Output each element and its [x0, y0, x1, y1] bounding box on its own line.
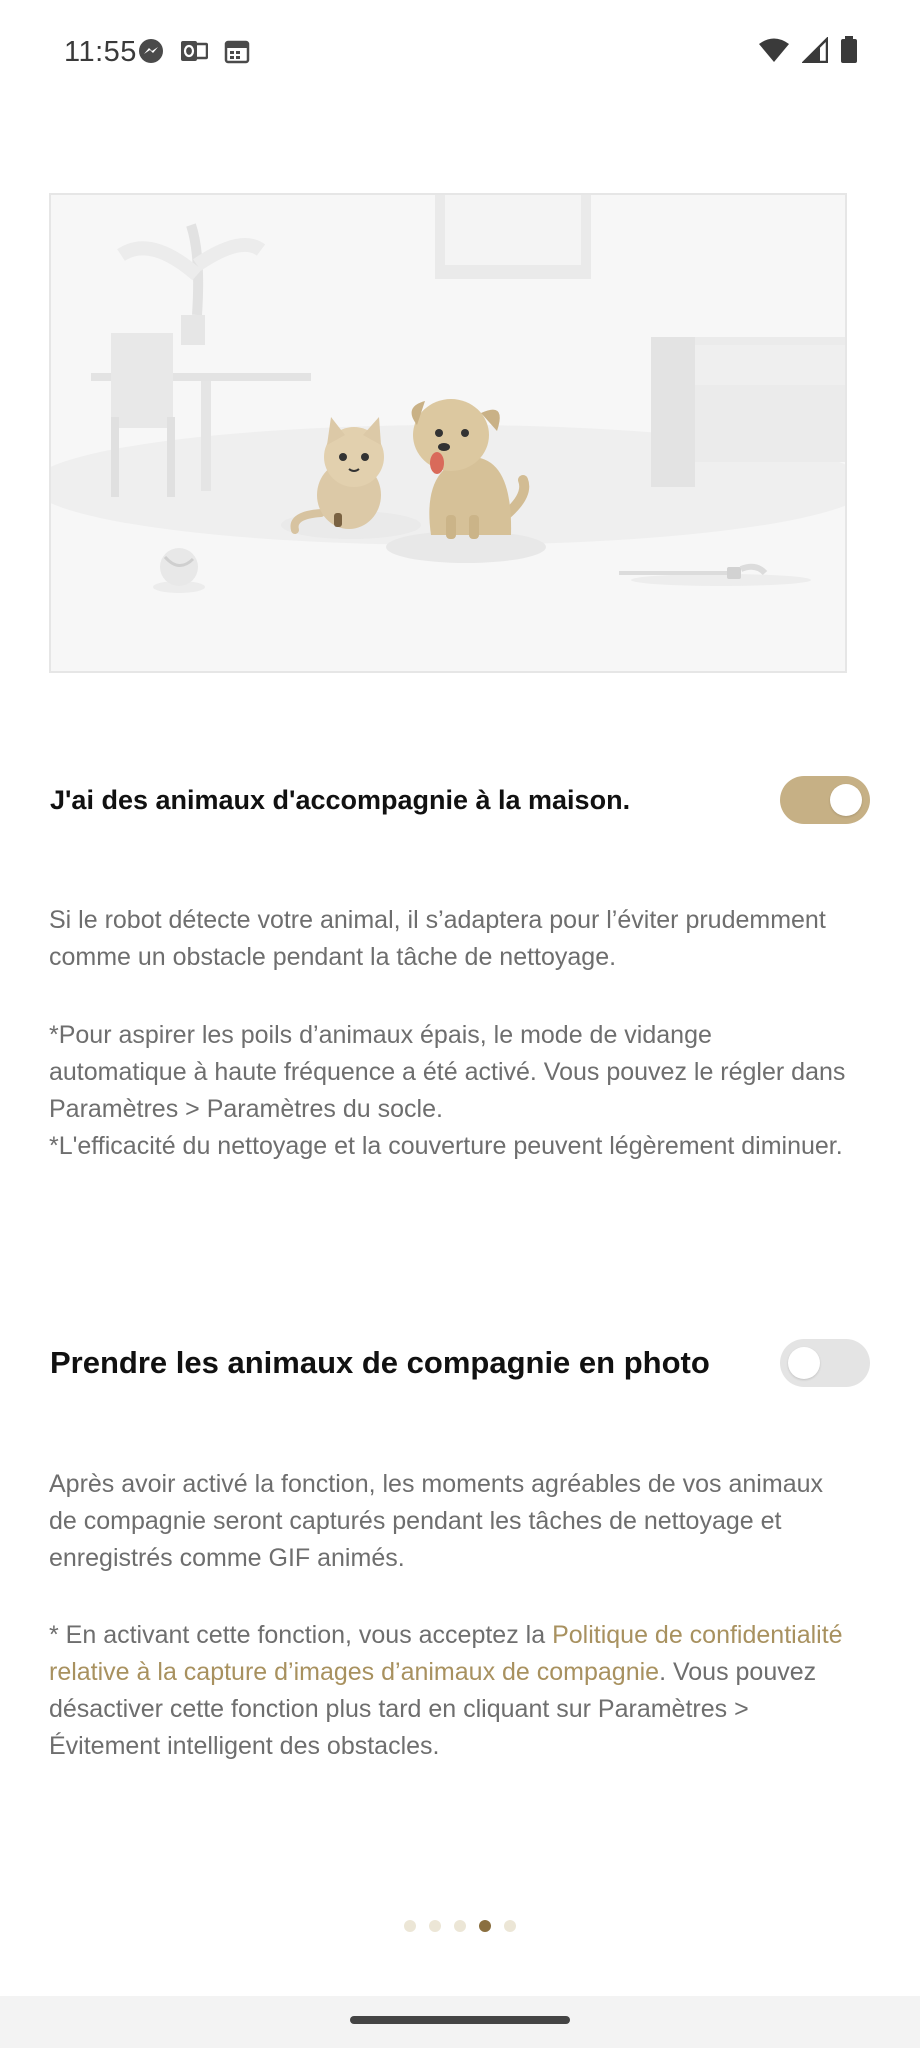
- notification-icons: [138, 38, 250, 64]
- page-dot: [404, 1920, 416, 1932]
- cable-icon: [619, 563, 811, 586]
- photo-note-prefix: * En activant cette fonction, vous accep…: [49, 1621, 553, 1649]
- page-dot-active: [479, 1920, 491, 1932]
- window-icon: [435, 195, 591, 279]
- photo-setting-title: Prendre les animaux de compagnie en phot…: [50, 1345, 710, 1380]
- toggle-knob: [788, 1347, 820, 1379]
- photo-setting-row: Prendre les animaux de compagnie en phot…: [50, 1332, 870, 1394]
- cell-signal-icon: [802, 37, 828, 63]
- plant-icon: [117, 223, 266, 345]
- pets-setting-row: J'ai des animaux d'accompagnie à la mais…: [50, 770, 870, 830]
- status-time: 11:55: [64, 36, 137, 68]
- photo-toggle[interactable]: [780, 1339, 870, 1387]
- messenger-icon: [139, 39, 163, 63]
- photo-note: * En activant cette fonction, vous accep…: [49, 1617, 849, 1765]
- status-bar: 11:55: [0, 0, 920, 106]
- pets-note: *Pour aspirer les poils d’animaux épais,…: [49, 1017, 849, 1165]
- photo-description: Après avoir activé la fonction, les mome…: [49, 1470, 823, 1572]
- calendar-icon: [224, 40, 250, 64]
- pets-note-line1: *Pour aspirer les poils d’animaux épais,…: [49, 1021, 846, 1123]
- pets-illustration: [49, 193, 847, 673]
- pets-setting-title: J'ai des animaux d'accompagnie à la mais…: [50, 784, 631, 815]
- page-dot: [454, 1920, 466, 1932]
- pets-description: Si le robot détecte votre animal, il s’a…: [49, 906, 826, 971]
- outlook-icon: [181, 41, 208, 61]
- pets-toggle[interactable]: [780, 776, 870, 824]
- system-icons: [758, 36, 858, 64]
- battery-icon: [841, 36, 857, 63]
- pets-note-line2: *L'efficacité du nettoyage et la couvert…: [49, 1132, 843, 1160]
- page-indicator: [404, 1920, 516, 1932]
- toggle-knob: [830, 784, 862, 816]
- page-dot: [429, 1920, 441, 1932]
- pets-scene: [51, 195, 845, 593]
- wifi-icon: [759, 38, 789, 62]
- home-gesture-handle[interactable]: [350, 2016, 570, 2024]
- system-nav-bar: [0, 1996, 920, 2048]
- page-dot: [504, 1920, 516, 1932]
- ball-icon: [153, 548, 205, 593]
